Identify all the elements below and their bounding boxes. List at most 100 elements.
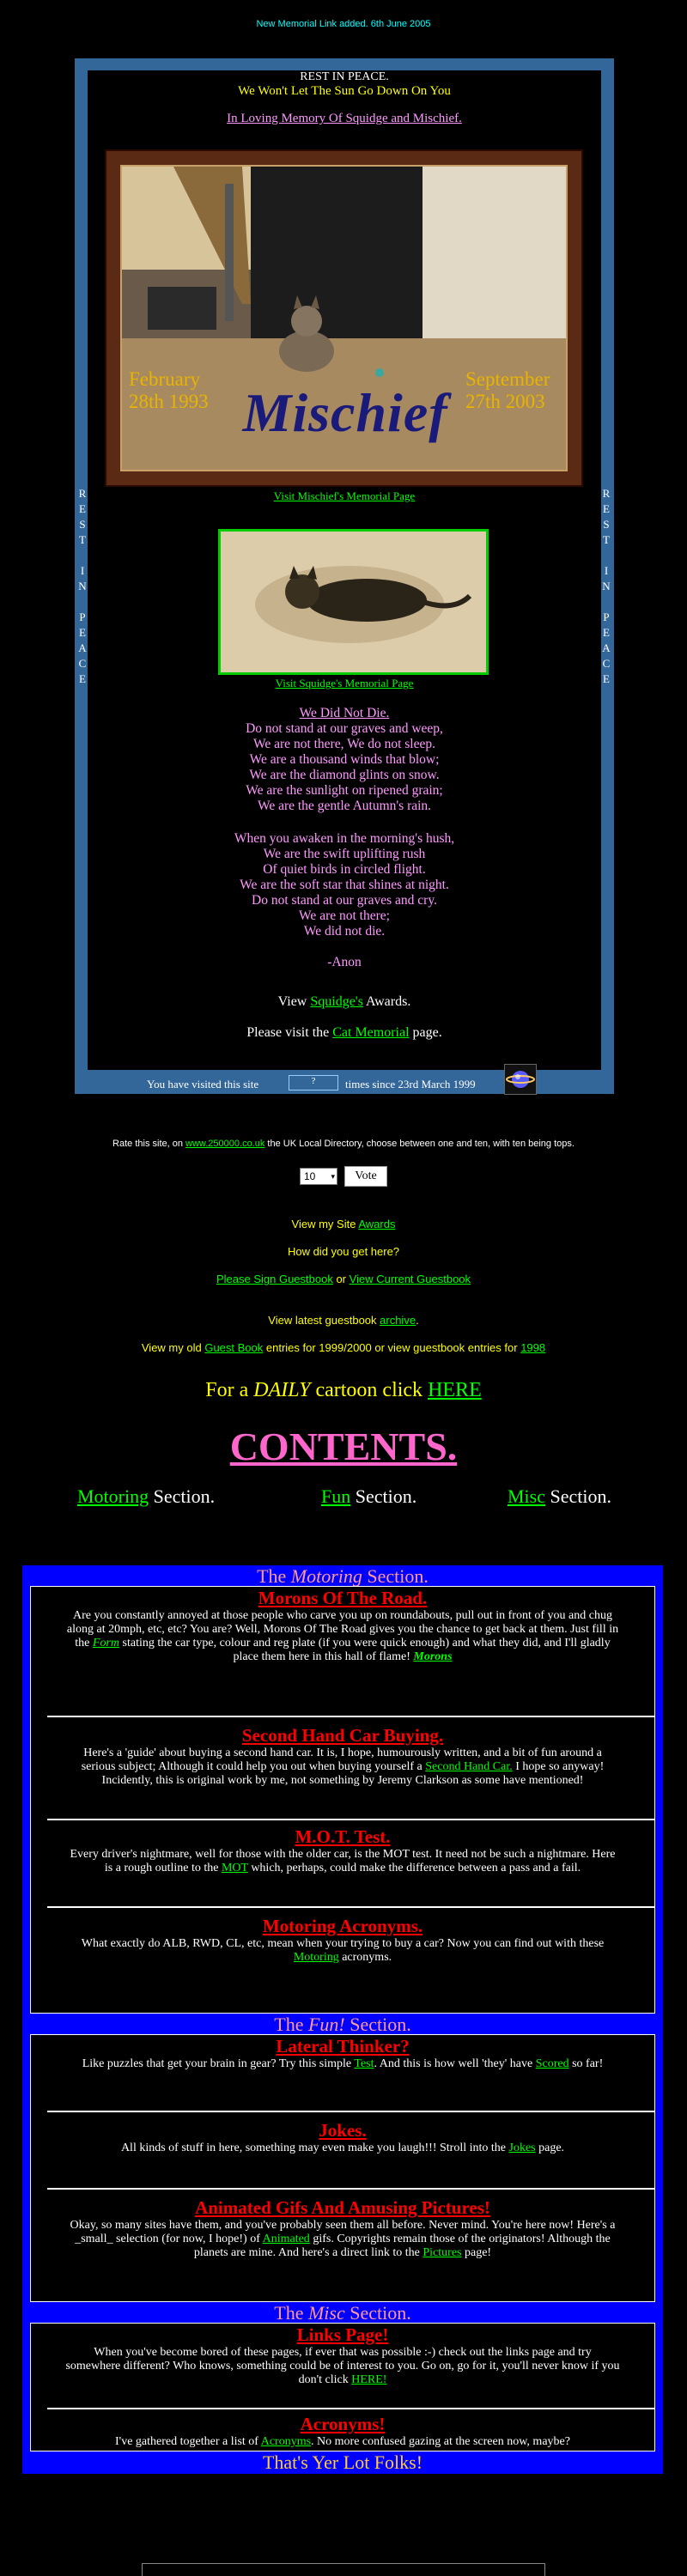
secondhand-heading: Second Hand Car Buying.	[241, 1725, 444, 1746]
divider	[47, 2408, 655, 2409]
site-awards-line: View my Site Awards	[0, 1218, 687, 1230]
vote-button[interactable]: Vote	[344, 1166, 387, 1187]
lateral-text: Like puzzles that get your brain in gear…	[65, 2057, 620, 2071]
contents-title: CONTENTS.	[229, 1425, 458, 1468]
sign-guestbook-link[interactable]: Please Sign Guestbook	[216, 1273, 333, 1285]
poem-line: Of quiet birds in circled flight.	[263, 862, 426, 877]
morons-text: Are you constantly annoyed at those peop…	[65, 1609, 620, 1664]
acronyms-text-1: I've gathered together a list of	[115, 2435, 261, 2448]
motoring-acronyms-text: What exactly do ALB, RWD, CL, etc, mean …	[65, 1937, 620, 1965]
misc-nav: Misc Section.	[508, 1485, 611, 1508]
acronyms-block: Acronyms! I've gathered together a list …	[31, 2413, 654, 2449]
motoring-section-title: The Motoring Section.	[22, 1566, 663, 1587]
old-guestbook-link[interactable]: Guest Book	[204, 1341, 263, 1354]
directory-link[interactable]: www.250000.co.uk	[185, 1139, 264, 1149]
motoring-acronyms-heading: Motoring Acronyms.	[262, 1916, 423, 1936]
acr-motor-text-1: What exactly do ALB, RWD, CL, etc, mean …	[81, 1937, 605, 1950]
mischief-photo[interactable]: February 28th 1993 September 27th 2003 M…	[120, 165, 568, 471]
poem-line: Do not stand at our graves and weep,	[246, 721, 443, 736]
squidge-memorial-link[interactable]: Visit Squidge's Memorial Page	[88, 677, 601, 690]
misc-cell: Links Page! When you've become bored of …	[30, 2323, 655, 2451]
rate-prefix: Rate this site, on	[112, 1139, 186, 1149]
pictures-link[interactable]: Pictures	[423, 2246, 461, 2259]
morons-link[interactable]: Morons	[413, 1650, 452, 1663]
links-page-text-1: When you've become bored of these pages,…	[65, 2346, 620, 2386]
squidge-awards-link[interactable]: Squidge's	[310, 994, 363, 1009]
cartoon-daily: DAILY	[253, 1379, 311, 1401]
lateral-text-3: so far!	[568, 2057, 604, 2070]
archive-link[interactable]: archive	[380, 1314, 416, 1327]
jokes-text-2: page.	[535, 2142, 565, 2154]
footer-text: That's Yer Lot Folks!	[262, 2451, 423, 2473]
title-post: Section.	[344, 2014, 411, 2035]
rate-line: Rate this site, on www.250000.co.uk the …	[0, 1139, 687, 1149]
poem-line: We are the swift uplifting rush	[263, 847, 426, 861]
acronyms-text: I've gathered together a list of Acronym…	[65, 2435, 620, 2449]
morons-text-2: stating the car type, colour and reg pla…	[119, 1637, 611, 1663]
poem-line: We are not there;	[299, 908, 390, 923]
old-mid: entries for 1999/2000 or view guestbook …	[263, 1341, 521, 1354]
divider	[47, 1906, 655, 1908]
secondhand-link[interactable]: Second Hand Car.	[425, 1760, 512, 1773]
planet-icon[interactable]	[504, 1064, 537, 1095]
rating-value: 10	[304, 1170, 316, 1182]
acr-motor-text-2: acronyms.	[338, 1951, 392, 1964]
view-guestbook-link[interactable]: View Current Guestbook	[350, 1273, 471, 1285]
mot-block: M.O.T. Test. Every driver's nightmare, w…	[31, 1826, 654, 1875]
links-page-link[interactable]: HERE!	[351, 2373, 386, 2386]
lateral-test-link[interactable]: Test	[354, 2057, 374, 2070]
cat-suffix: page.	[409, 1025, 442, 1040]
update-notice: New Memorial Link added. 6th June 2005	[256, 19, 431, 29]
old-guestbook-line: View my old Guest Book entries for 1999/…	[0, 1341, 687, 1354]
mot-link[interactable]: MOT	[222, 1862, 248, 1874]
poem-stanza-1: Do not stand at our graves and weep, We …	[88, 721, 601, 814]
poem-line: Do not stand at our graves and cry.	[252, 893, 437, 908]
guestbook-1998-link[interactable]: 1998	[520, 1341, 545, 1354]
acronyms-heading: Acronyms!	[300, 2414, 386, 2434]
acronyms-text-2: . No more confused gazing at the screen …	[311, 2435, 570, 2448]
title-post: Section.	[344, 2302, 411, 2324]
links-page-text: When you've become bored of these pages,…	[65, 2346, 620, 2387]
cartoon-line: For a DAILY cartoon click HERE	[0, 1379, 687, 1402]
rating-select[interactable]: 10 ▾	[300, 1168, 337, 1185]
mischief-memorial-link[interactable]: Visit Mischief's Memorial Page	[88, 489, 601, 503]
rest-in-peace-title: REST IN PEACE.	[300, 70, 389, 83]
title-em: Motoring	[290, 1565, 362, 1587]
fun-section-link[interactable]: Fun	[321, 1485, 350, 1507]
squidge-photo[interactable]	[218, 529, 489, 675]
counter-prefix: You have visited this site	[147, 1078, 259, 1091]
vote-form: 10 ▾ Vote	[0, 1166, 687, 1188]
motoring-section-link[interactable]: Motoring	[77, 1485, 149, 1507]
motoring-acronyms-link[interactable]: Motoring	[294, 1951, 339, 1964]
archive-period: .	[416, 1314, 419, 1327]
poem-line: We are the gentle Autumn's rain.	[257, 799, 432, 813]
title-post: Section.	[362, 1565, 429, 1587]
poem-title: We Did Not Die.	[299, 706, 390, 720]
misc-section-link[interactable]: Misc	[508, 1485, 545, 1507]
lateral-scored-link[interactable]: Scored	[536, 2057, 569, 2070]
cartoon-link[interactable]: HERE	[428, 1379, 482, 1401]
animated-link[interactable]: Animated	[263, 2233, 310, 2245]
poem-line: We are a thousand winds that blow;	[249, 752, 440, 767]
secondhand-block: Second Hand Car Buying. Here's a 'guide'…	[31, 1724, 654, 1788]
poem-line: We did not die.	[303, 924, 386, 939]
lateral-text-1: Like puzzles that get your brain in gear…	[82, 2057, 355, 2070]
memorial-inner: REST IN PEACE. We Won't Let The Sun Go D…	[88, 70, 601, 1070]
fun-nav: Fun Section.	[321, 1485, 416, 1508]
mischief-photo-frame[interactable]: February 28th 1993 September 27th 2003 M…	[105, 149, 583, 487]
counter-suffix: times since 23rd March 1999	[345, 1078, 476, 1091]
section-word: Section.	[149, 1485, 216, 1507]
title-pre: The	[274, 2014, 308, 2035]
cat-memorial-link[interactable]: Cat Memorial	[332, 1025, 409, 1040]
morons-form-link[interactable]: Form	[93, 1637, 119, 1649]
poem-line: We are not there, We do not sleep.	[253, 737, 435, 751]
awards-suffix: Awards.	[362, 994, 411, 1009]
site-awards-link[interactable]: Awards	[358, 1218, 395, 1230]
acronyms-link[interactable]: Acronyms	[261, 2435, 311, 2448]
title-pre: The	[274, 2302, 308, 2324]
jokes-link[interactable]: Jokes	[509, 2142, 536, 2154]
poem-line: When you awaken in the morning's hush,	[234, 831, 455, 846]
view-awards-line: View Squidge's Awards.	[88, 994, 601, 1010]
sun-line: We Won't Let The Sun Go Down On You	[238, 84, 451, 98]
divider	[47, 1819, 655, 1820]
